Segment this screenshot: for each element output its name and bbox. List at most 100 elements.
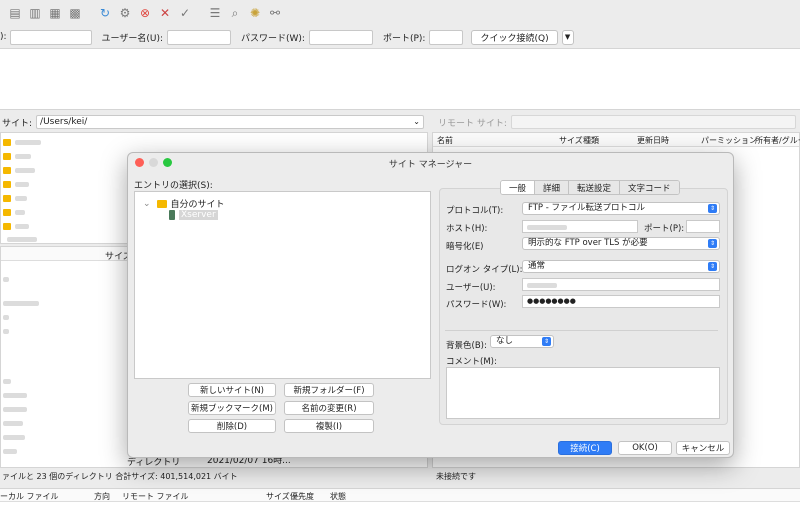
- connect-button[interactable]: 接続(C): [558, 441, 612, 455]
- close-window-icon[interactable]: [135, 158, 144, 167]
- port-label: ポート(P):: [644, 224, 685, 234]
- host-input[interactable]: [9, 29, 92, 45]
- protocol-label: プロトコル(T):: [446, 206, 504, 216]
- remote-header-modified[interactable]: 更新日時: [637, 135, 669, 146]
- site-manager-dialog: サイト マネージャー エントリの選択(S): ⌄ 自分のサイト Xserver …: [127, 152, 734, 458]
- site-manager-icon[interactable]: ▤: [6, 4, 24, 22]
- chevron-down-icon[interactable]: ⌄: [143, 199, 151, 209]
- logon-type-value: 通常: [528, 261, 546, 271]
- find-files-icon[interactable]: ⚯: [266, 4, 284, 22]
- protocol-select[interactable]: FTP - ファイル転送プロトコル ⇕: [522, 202, 720, 215]
- port-field[interactable]: [686, 220, 720, 233]
- tree-site-label: Xserver: [179, 210, 218, 220]
- transfer-queue[interactable]: [0, 502, 800, 520]
- remote-header-owner[interactable]: 所有者/グループ: [755, 135, 800, 146]
- minimize-window-icon[interactable]: [149, 158, 158, 167]
- refresh-icon[interactable]: ↻: [96, 4, 114, 22]
- logon-type-select[interactable]: 通常 ⇕: [522, 260, 720, 273]
- blurred-entry: [3, 315, 9, 320]
- tab-transfer-settings[interactable]: 転送設定: [569, 181, 621, 194]
- queue-header-priority[interactable]: 優先度: [290, 491, 314, 502]
- port-input[interactable]: [429, 29, 464, 45]
- rename-button[interactable]: 名前の変更(R): [284, 401, 374, 415]
- queue-header-direction[interactable]: 方向: [94, 491, 110, 502]
- blurred-entry: [7, 237, 37, 242]
- toggle-queue-icon[interactable]: ▩: [66, 4, 84, 22]
- blurred-entry: [3, 329, 9, 334]
- quickconnect-button[interactable]: クイック接続(Q): [471, 29, 558, 45]
- folder-icon: [3, 153, 11, 160]
- toggle-log-icon[interactable]: ▥: [26, 4, 44, 22]
- folder-icon: [3, 209, 11, 216]
- search-icon[interactable]: ⌕: [226, 4, 244, 22]
- filter-icon[interactable]: ⚙: [116, 4, 134, 22]
- queue-header: ーカル ファイル 方向 リモート ファイル サイズ 優先度 状態: [0, 488, 800, 502]
- new-bookmark-button[interactable]: 新規ブックマーク(M): [188, 401, 276, 415]
- blurred-entry: [3, 301, 39, 306]
- tree-root-row[interactable]: ⌄ 自分のサイト: [143, 197, 225, 211]
- disconnect-icon[interactable]: ✕: [156, 4, 174, 22]
- queue-header-size[interactable]: サイズ: [266, 491, 290, 502]
- remote-site-bar: リモート サイト:: [432, 114, 800, 130]
- password-field[interactable]: ●●●●●●●●: [522, 295, 720, 308]
- tab-charset[interactable]: 文字コード: [620, 181, 679, 194]
- tab-advanced[interactable]: 詳細: [535, 181, 570, 194]
- message-log[interactable]: [0, 48, 800, 110]
- remote-header-name[interactable]: 名前: [437, 135, 453, 146]
- queue-header-status[interactable]: 状態: [330, 491, 346, 502]
- chevron-down-icon[interactable]: ⌄: [413, 116, 420, 128]
- blurred-entry: [3, 393, 27, 398]
- ok-button[interactable]: OK(O): [618, 441, 672, 455]
- tree-site-row[interactable]: Xserver: [169, 210, 218, 220]
- bgcolor-select[interactable]: なし ⇕: [490, 335, 554, 348]
- dialog-titlebar: サイト マネージャー: [128, 153, 733, 173]
- user-field[interactable]: [522, 278, 720, 291]
- host-field[interactable]: [522, 220, 638, 233]
- blurred-entry: [15, 154, 31, 159]
- local-path-input[interactable]: /Users/kei/ ⌄: [36, 115, 424, 129]
- remote-header-permissions[interactable]: パーミッション: [701, 135, 757, 146]
- blurred-entry: [15, 182, 29, 187]
- quickconnect-dropdown-icon[interactable]: ▼: [561, 29, 574, 45]
- local-site-label: サイト:: [2, 118, 33, 129]
- tab-general[interactable]: 一般: [501, 181, 536, 194]
- queue-header-remote[interactable]: リモート ファイル: [122, 491, 189, 502]
- blurred-entry: [15, 210, 25, 215]
- blurred-entry: [3, 435, 25, 440]
- remote-header-size[interactable]: サイズ: [559, 135, 583, 146]
- maximize-window-icon[interactable]: [163, 158, 172, 167]
- comment-textarea[interactable]: [446, 367, 720, 419]
- cancel-button[interactable]: キャンセル: [676, 441, 730, 455]
- local-path-text: /Users/kei/: [40, 117, 88, 127]
- folder-icon: [3, 181, 11, 188]
- sync-icon[interactable]: ✺: [246, 4, 264, 22]
- queue-header-local[interactable]: ーカル ファイル: [0, 491, 59, 502]
- reconnect-icon[interactable]: ✓: [176, 4, 194, 22]
- blurred-entry: [15, 140, 41, 145]
- cancel-icon[interactable]: ⊗: [136, 4, 154, 22]
- delete-button[interactable]: 削除(D): [188, 419, 276, 433]
- blurred-entry: [3, 407, 27, 412]
- encryption-select[interactable]: 明示的な FTP over TLS が必要 ⇕: [522, 237, 720, 250]
- new-site-button[interactable]: 新しいサイト(N): [188, 383, 276, 397]
- folder-icon: [3, 167, 11, 174]
- remote-site-label: リモート サイト:: [438, 118, 507, 129]
- site-tree[interactable]: ⌄ 自分のサイト Xserver: [134, 191, 431, 379]
- compare-icon[interactable]: ☰: [206, 4, 224, 22]
- blurred-entry: [3, 421, 23, 426]
- password-label: パスワード(W):: [241, 33, 305, 44]
- duplicate-button[interactable]: 複製(I): [284, 419, 374, 433]
- password-input[interactable]: [308, 29, 373, 45]
- remote-path-input[interactable]: [510, 115, 796, 129]
- host-label: ):: [0, 32, 7, 42]
- folder-icon: [3, 223, 11, 230]
- toggle-local-tree-icon[interactable]: ▦: [46, 4, 64, 22]
- new-folder-button[interactable]: 新規フォルダー(F): [284, 383, 374, 397]
- remote-status-bar: 未接続です: [436, 472, 476, 481]
- bgcolor-value: なし: [496, 336, 514, 346]
- quickconnect-bar: ): ユーザー名(U): パスワード(W): ポート(P): クイック接続(Q)…: [0, 27, 800, 47]
- host-label: ホスト(H):: [446, 224, 488, 234]
- settings-tabs: 一般 詳細 転送設定 文字コード: [500, 180, 680, 195]
- username-input[interactable]: [167, 29, 232, 45]
- remote-header-type[interactable]: 種類: [583, 135, 599, 146]
